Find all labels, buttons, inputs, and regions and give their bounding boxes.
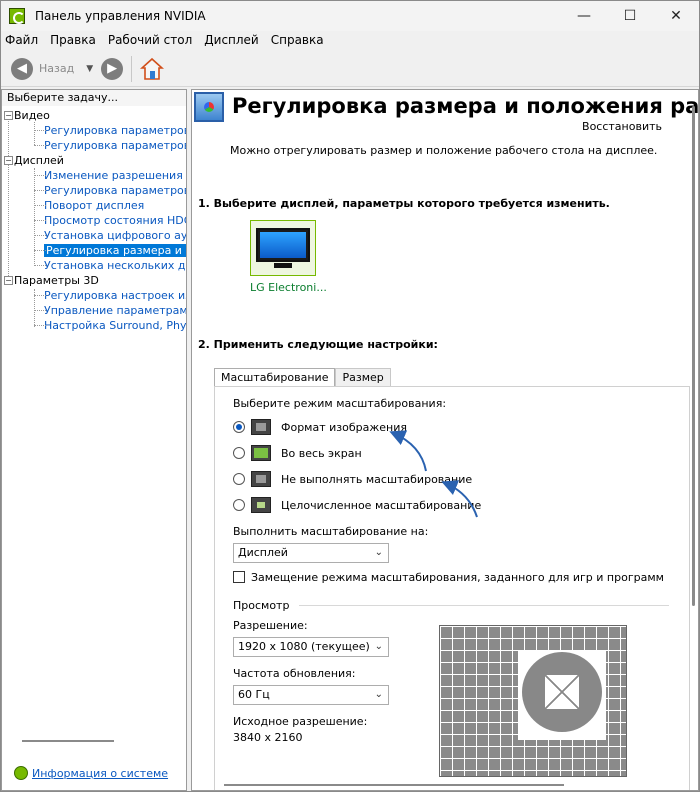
display-selector-lg[interactable] [250,220,316,276]
restore-defaults-link[interactable]: Восстановить [582,120,662,133]
perform-scaling-on-select[interactable]: Дисплей ⌄ [233,543,389,563]
nvidia-control-panel-window: Панель управления NVIDIA — ☐ ✕ Файл Прав… [0,0,700,792]
tree-item-manage-3d[interactable]: Управление параметрами 3D [2,303,186,318]
back-button-label[interactable]: Назад [39,62,74,75]
scaling-mode-label: Выберите режим масштабирования: [233,397,447,410]
tree-category-display[interactable]: − Дисплей [2,153,186,168]
menu-file[interactable]: Файл [5,33,38,47]
monitor-icon [256,228,310,268]
collapse-icon[interactable]: − [4,156,13,165]
history-dropdown-icon[interactable]: ▼ [86,64,93,74]
override-scaling-label[interactable]: Замещение режима масштабирования, заданн… [251,571,664,584]
tab-scaling[interactable]: Масштабирование [214,368,336,386]
tree-item-digital-audio[interactable]: Установка цифрового аудио [2,228,186,243]
preview-test-pattern [518,650,606,740]
tree-item-desktop-size-position[interactable]: Регулировка размера и полож [2,243,186,258]
menu-edit[interactable]: Правка [50,33,96,47]
collapse-icon[interactable]: − [4,276,13,285]
radio-aspect-ratio[interactable] [233,421,245,433]
refresh-rate-label: Частота обновления: [233,667,356,680]
settings-tabs: Масштабирование Размер [214,368,391,386]
chevron-down-icon: ⌄ [374,641,383,652]
mode-no-scaling-label[interactable]: Не выполнять масштабирование [281,473,472,486]
mode-full-screen-label[interactable]: Во весь экран [281,447,362,460]
menu-desktop[interactable]: Рабочий стол [108,33,192,47]
task-tree-panel: Выберите задачу... − Видео Регулировка п… [1,89,187,791]
content-vertical-scrollbar[interactable] [692,106,695,606]
nvidia-logo-icon [9,8,25,24]
page-title: Регулировка размера и положения рабоче [232,94,698,118]
page-header: Регулировка размера и положения рабоче В… [192,90,698,134]
no-scaling-icon [251,471,271,487]
page-description: Можно отрегулировать размер и положение … [230,144,658,157]
tree-item-change-resolution[interactable]: Изменение разрешения [2,168,186,183]
mode-aspect-ratio-label[interactable]: Формат изображения [281,421,407,434]
scaling-preview [439,625,627,777]
mode-integer-scaling-label[interactable]: Целочисленное масштабирование [281,499,481,512]
tab-size[interactable]: Размер [335,368,391,386]
info-icon [14,766,28,780]
tree-item-hdcp-status[interactable]: Просмотр состояния HDCP [2,213,186,228]
tree-horizontal-scrollbar[interactable] [22,740,114,742]
resolution-select[interactable]: 1920 x 1080 (текущее) ⌄ [233,637,389,657]
window-title: Панель управления NVIDIA [35,9,206,23]
tree-item-video-color[interactable]: Регулировка параметров цве [2,123,186,138]
scaling-tab-content: Выберите режим масштабирования: Формат и… [214,386,690,790]
close-button[interactable]: ✕ [653,1,699,31]
integer-scaling-icon [251,497,271,513]
tree-item-rotate-display[interactable]: Поворот дисплея [2,198,186,213]
section-apply-settings: 2. Применить следующие настройки: [198,338,438,351]
task-tree: − Видео Регулировка параметров цве Регул… [2,106,186,333]
aspect-ratio-icon [251,419,271,435]
maximize-button[interactable]: ☐ [607,1,653,31]
native-resolution-value: 3840 x 2160 [233,731,303,744]
task-tree-caption: Выберите задачу... [2,90,186,106]
tree-item-surround-physx[interactable]: Настройка Surround, PhysX [2,318,186,333]
toolbar-separator [131,55,133,82]
display-settings-icon [194,92,224,122]
native-resolution-label: Исходное разрешение: [233,715,368,728]
radio-no-scaling[interactable] [233,473,245,485]
tree-item-multiple-displays[interactable]: Установка нескольких диспл [2,258,186,273]
radio-full-screen[interactable] [233,447,245,459]
menu-help[interactable]: Справка [271,33,324,47]
full-screen-icon [251,445,271,461]
home-icon[interactable] [140,57,165,81]
override-scaling-checkbox[interactable] [233,571,245,583]
radio-integer-scaling[interactable] [233,499,245,511]
chevron-down-icon: ⌄ [374,547,383,558]
perform-scaling-on-label: Выполнить масштабирование на: [233,525,429,538]
tree-category-3d[interactable]: − Параметры 3D [2,273,186,288]
minimize-button[interactable]: — [561,1,607,31]
menu-bar: Файл Правка Рабочий стол Дисплей Справка [1,31,699,49]
preview-group-line [299,605,669,606]
collapse-icon[interactable]: − [4,111,13,120]
resolution-label: Разрешение: [233,619,308,632]
back-arrow-icon[interactable]: ◀ [11,57,33,80]
forward-arrow-icon[interactable]: ▶ [101,57,124,80]
system-info-link[interactable]: Информация о системе [14,766,168,780]
content-horizontal-scrollbar[interactable] [224,784,564,786]
tree-category-video[interactable]: − Видео [2,108,186,123]
content-panel: Регулировка размера и положения рабоче В… [191,89,699,791]
toolbar: ◀ Назад ▼ ▶ [1,51,699,87]
display-name-label[interactable]: LG Electroni... [250,281,330,294]
menu-display[interactable]: Дисплей [204,33,258,47]
tree-item-display-color[interactable]: Регулировка параметров цве [2,183,186,198]
title-bar: Панель управления NVIDIA — ☐ ✕ [1,1,699,31]
refresh-rate-select[interactable]: 60 Гц ⌄ [233,685,389,705]
tree-item-video-image[interactable]: Регулировка параметров изо [2,138,186,153]
preview-group-label: Просмотр [233,599,290,612]
tree-item-image-settings[interactable]: Регулировка настроек изобра [2,288,186,303]
chevron-down-icon: ⌄ [374,689,383,700]
section-select-display: 1. Выберите дисплей, параметры которого … [198,197,610,210]
